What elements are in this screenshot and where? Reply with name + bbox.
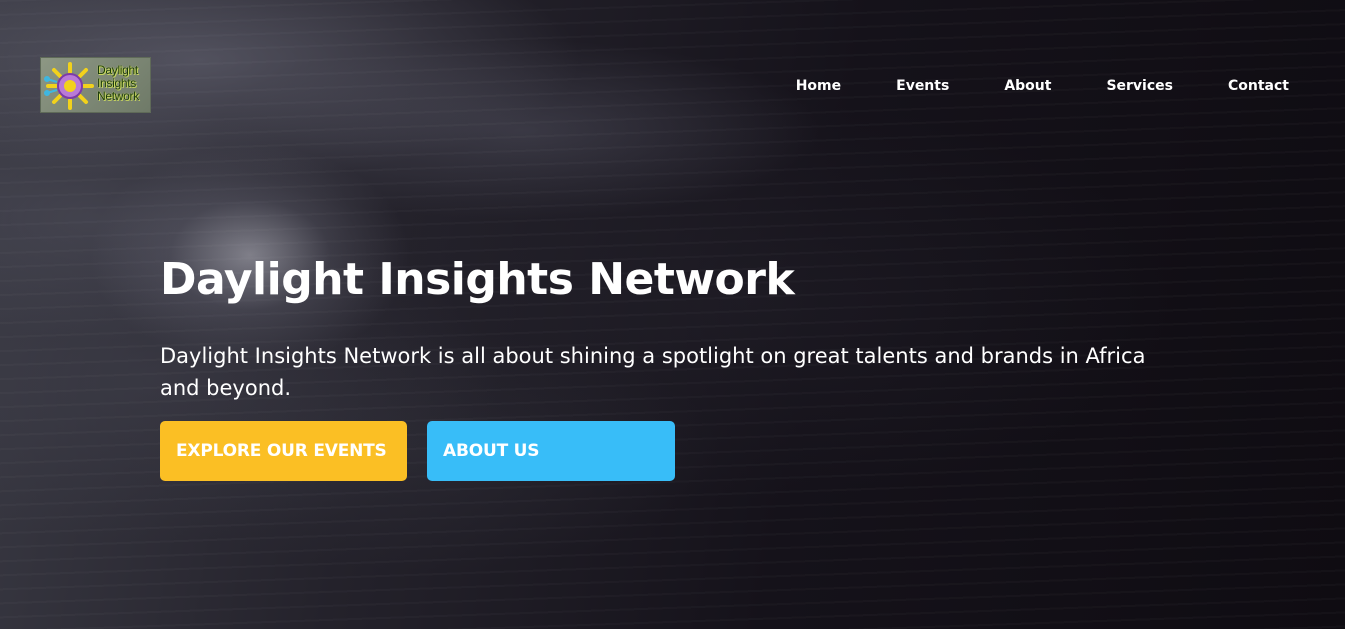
site-logo[interactable]: Daylight Insights Network xyxy=(40,57,151,113)
nav-item-events[interactable]: Events xyxy=(896,76,949,96)
main-navigation: Home Events About Services Contact xyxy=(741,76,1289,96)
nav-item-about[interactable]: About xyxy=(1004,76,1051,96)
hero-description: Daylight Insights Network is all about s… xyxy=(160,344,1146,400)
hero-buttons: EXPLORE OUR EVENTS ABOUT US xyxy=(160,421,675,481)
sun-logo-icon xyxy=(44,62,94,110)
explore-events-button[interactable]: EXPLORE OUR EVENTS xyxy=(160,421,407,481)
hero-title: Daylight Insights Network xyxy=(160,254,795,305)
hero-section: Daylight Insights Network Home Events Ab… xyxy=(0,0,1345,629)
nav-item-contact[interactable]: Contact xyxy=(1228,76,1289,96)
about-us-button[interactable]: ABOUT US xyxy=(427,421,675,481)
logo-line-3: Network xyxy=(97,89,139,103)
hero-content: Daylight Insights Network Daylight Insig… xyxy=(160,252,1160,404)
nav-item-services[interactable]: Services xyxy=(1106,76,1173,96)
logo-wordmark: Daylight Insights Network xyxy=(97,64,150,103)
nav-item-home[interactable]: Home xyxy=(796,76,841,96)
